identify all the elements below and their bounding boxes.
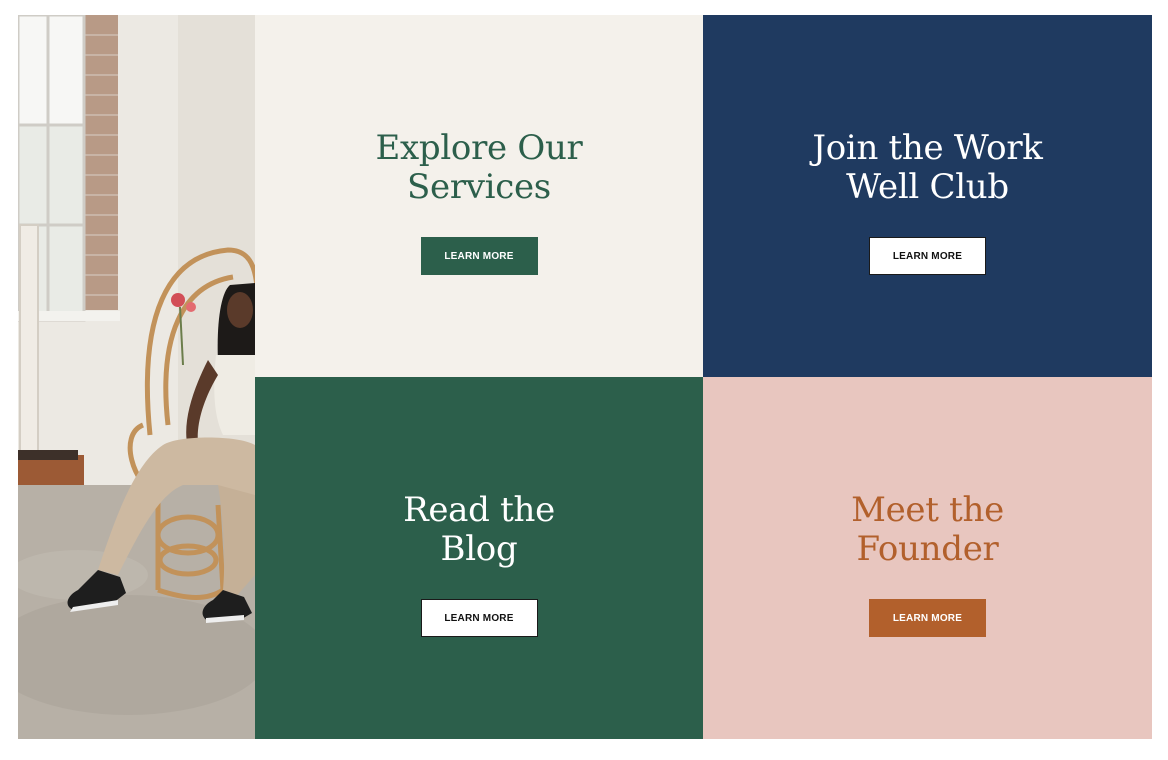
club-title: Join the Work Well Club xyxy=(812,128,1043,207)
feature-grid: Explore Our Services LEARN MORE Join the… xyxy=(18,15,1152,739)
founder-tile: Meet the Founder LEARN MORE xyxy=(703,377,1152,739)
blog-title: Read the Blog xyxy=(403,490,555,569)
club-learn-more-button[interactable]: LEARN MORE xyxy=(869,237,986,275)
blog-learn-more-button[interactable]: LEARN MORE xyxy=(420,599,538,637)
founder-title: Meet the Founder xyxy=(851,490,1004,569)
services-tile: Explore Our Services LEARN MORE xyxy=(255,15,703,377)
founder-learn-more-button[interactable]: LEARN MORE xyxy=(869,599,986,637)
club-tile: Join the Work Well Club LEARN MORE xyxy=(703,15,1152,377)
services-title: Explore Our Services xyxy=(375,128,583,207)
services-learn-more-button[interactable]: LEARN MORE xyxy=(420,237,538,275)
woman-in-chair-photo xyxy=(18,15,255,739)
blog-tile: Read the Blog LEARN MORE xyxy=(255,377,703,739)
